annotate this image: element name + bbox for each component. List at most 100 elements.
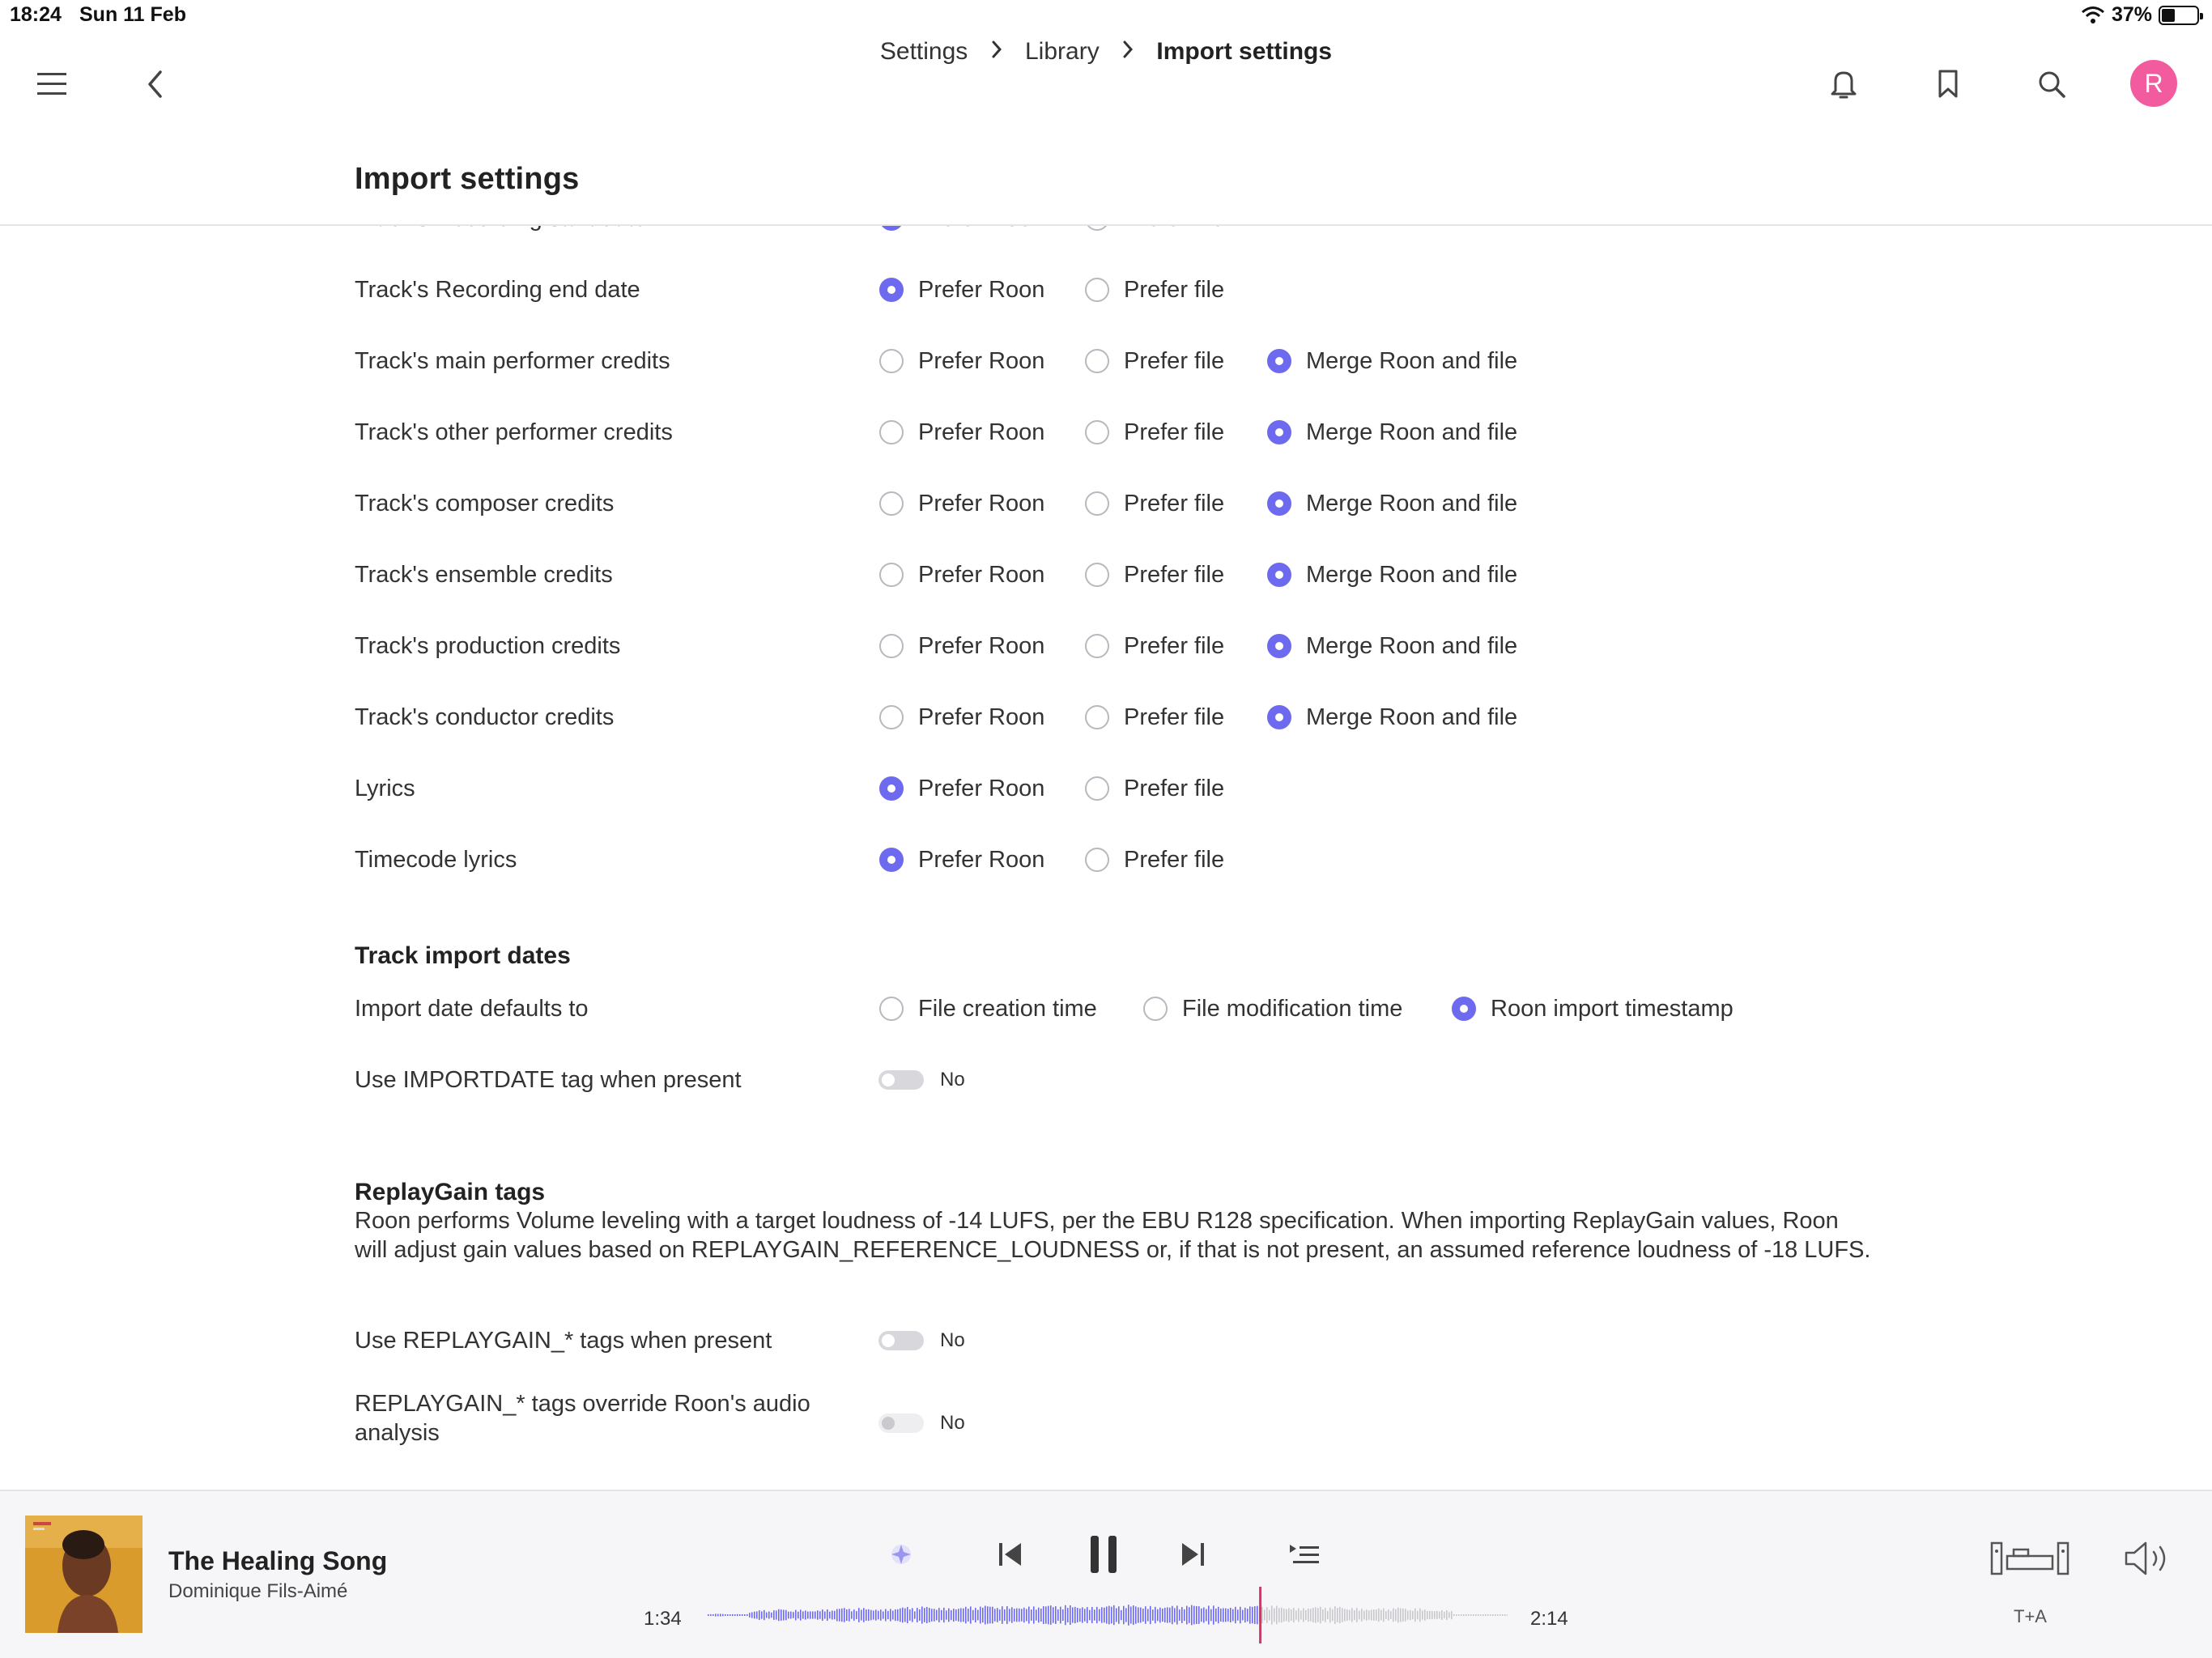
radio-button[interactable] bbox=[1267, 705, 1291, 729]
option-prefer-file[interactable]: Prefer file bbox=[1085, 835, 1224, 884]
bell-icon[interactable] bbox=[1818, 58, 1870, 110]
track-artist[interactable]: Dominique Fils-Aimé bbox=[168, 1580, 347, 1603]
album-cover[interactable] bbox=[25, 1516, 143, 1633]
option-merge[interactable]: Merge Roon and file bbox=[1267, 622, 1517, 670]
radio-button[interactable] bbox=[1267, 634, 1291, 658]
radio-button[interactable] bbox=[1143, 997, 1168, 1021]
radio-button[interactable] bbox=[879, 349, 904, 373]
waveform-bar bbox=[708, 1614, 709, 1616]
option-import-date[interactable]: Roon import timestamp bbox=[1452, 984, 1733, 1033]
waveform-bar bbox=[1159, 1607, 1161, 1623]
pause-icon[interactable] bbox=[1081, 1532, 1126, 1577]
waveform-bar bbox=[1497, 1614, 1499, 1616]
radio-button[interactable] bbox=[1085, 848, 1109, 872]
option-prefer-file[interactable]: Prefer file bbox=[1085, 551, 1224, 599]
option-prefer-file[interactable]: Prefer file bbox=[1085, 408, 1224, 457]
playhead[interactable] bbox=[1259, 1587, 1262, 1643]
radio-button[interactable] bbox=[879, 420, 904, 444]
waveform-bar bbox=[1329, 1607, 1331, 1623]
next-icon[interactable] bbox=[1174, 1536, 1211, 1573]
waveform-bar bbox=[853, 1609, 855, 1621]
breadcrumb-settings[interactable]: Settings bbox=[880, 38, 968, 66]
toggle-control[interactable]: No bbox=[878, 1399, 965, 1448]
radio-button[interactable] bbox=[1267, 563, 1291, 587]
radio-button[interactable] bbox=[1085, 226, 1109, 231]
radio-button[interactable] bbox=[1085, 776, 1109, 801]
radio-button[interactable] bbox=[879, 997, 904, 1021]
option-prefer-roon[interactable]: Prefer Roon bbox=[879, 226, 1044, 243]
zone-device-icon[interactable] bbox=[1988, 1538, 2072, 1579]
option-merge[interactable]: Merge Roon and file bbox=[1267, 337, 1517, 385]
bookmark-icon[interactable] bbox=[1922, 58, 1974, 110]
waveform-bar bbox=[1427, 1610, 1428, 1620]
option-prefer-file[interactable]: Prefer file bbox=[1085, 622, 1224, 670]
radio-button[interactable] bbox=[879, 226, 904, 231]
option-prefer-roon[interactable]: Prefer Roon bbox=[879, 622, 1044, 670]
option-merge[interactable]: Merge Roon and file bbox=[1267, 693, 1517, 742]
radio-button[interactable] bbox=[1085, 634, 1109, 658]
radio-button[interactable] bbox=[1085, 491, 1109, 516]
volume-icon[interactable] bbox=[2121, 1538, 2175, 1579]
radio-button[interactable] bbox=[1085, 420, 1109, 444]
toggle-control[interactable]: No bbox=[878, 1316, 965, 1365]
menu-icon[interactable] bbox=[26, 58, 78, 110]
settings-content[interactable]: Track's Recording start date Prefer Roon P… bbox=[0, 226, 2212, 1490]
radio-button[interactable] bbox=[879, 278, 904, 302]
radio-button[interactable] bbox=[879, 634, 904, 658]
radio-button[interactable] bbox=[1267, 491, 1291, 516]
option-prefer-roon[interactable]: Prefer Roon bbox=[879, 551, 1044, 599]
option-import-date[interactable]: File modification time bbox=[1143, 984, 1402, 1033]
waveform-seekbar[interactable] bbox=[706, 1587, 1508, 1643]
radio-button[interactable] bbox=[1085, 705, 1109, 729]
option-prefer-roon[interactable]: Prefer Roon bbox=[879, 835, 1044, 884]
track-title[interactable]: The Healing Song bbox=[168, 1546, 387, 1576]
zone-name[interactable]: T+A bbox=[2014, 1606, 2047, 1627]
toggle-switch[interactable] bbox=[878, 1070, 924, 1090]
waveform-bar bbox=[1121, 1609, 1122, 1621]
radio-button[interactable] bbox=[1267, 349, 1291, 373]
option-prefer-roon[interactable]: Prefer Roon bbox=[879, 479, 1044, 528]
option-prefer-file[interactable]: Prefer file bbox=[1085, 764, 1224, 813]
radio-button[interactable] bbox=[1085, 349, 1109, 373]
avatar[interactable]: R bbox=[2130, 60, 2177, 107]
option-prefer-roon[interactable]: Prefer Roon bbox=[879, 337, 1044, 385]
radio-button[interactable] bbox=[879, 491, 904, 516]
previous-icon[interactable] bbox=[992, 1536, 1029, 1573]
radio-button[interactable] bbox=[879, 705, 904, 729]
option-import-date[interactable]: File creation time bbox=[879, 984, 1097, 1033]
breadcrumb-library[interactable]: Library bbox=[1025, 38, 1100, 66]
option-prefer-roon[interactable]: Prefer Roon bbox=[879, 764, 1044, 813]
option-merge[interactable]: Merge Roon and file bbox=[1267, 551, 1517, 599]
waveform-bar bbox=[849, 1609, 850, 1622]
option-prefer-roon[interactable]: Prefer Roon bbox=[879, 693, 1044, 742]
radio-button[interactable] bbox=[879, 563, 904, 587]
radio-button[interactable] bbox=[1085, 563, 1109, 587]
radio-button[interactable] bbox=[1085, 278, 1109, 302]
option-prefer-file[interactable]: Prefer file bbox=[1085, 266, 1224, 314]
option-prefer-roon[interactable]: Prefer Roon bbox=[879, 266, 1044, 314]
waveform-bar bbox=[1257, 1605, 1258, 1625]
toggle-control[interactable]: No bbox=[878, 1056, 965, 1104]
setting-row: Track's Recording start date Prefer Roon P… bbox=[0, 226, 2212, 243]
radio-button[interactable] bbox=[1452, 997, 1476, 1021]
option-prefer-roon[interactable]: Prefer Roon bbox=[879, 408, 1044, 457]
radio-button[interactable] bbox=[1267, 420, 1291, 444]
radio-button[interactable] bbox=[879, 776, 904, 801]
radio-button[interactable] bbox=[879, 848, 904, 872]
option-prefer-file[interactable]: Prefer file bbox=[1085, 693, 1224, 742]
waveform-bar bbox=[1308, 1608, 1309, 1622]
queue-icon[interactable] bbox=[1286, 1536, 1323, 1573]
option-merge[interactable]: Merge Roon and file bbox=[1267, 408, 1517, 457]
back-icon[interactable] bbox=[130, 58, 181, 110]
waveform-bar bbox=[1373, 1609, 1375, 1621]
option-prefer-file[interactable]: Prefer file bbox=[1085, 226, 1224, 243]
option-prefer-file[interactable]: Prefer file bbox=[1085, 479, 1224, 528]
radio-icon[interactable] bbox=[883, 1536, 920, 1573]
toggle-switch[interactable] bbox=[878, 1414, 924, 1433]
option-prefer-file[interactable]: Prefer file bbox=[1085, 337, 1224, 385]
waveform-bar bbox=[722, 1613, 724, 1617]
option-merge[interactable]: Merge Roon and file bbox=[1267, 479, 1517, 528]
toggle-switch[interactable] bbox=[878, 1331, 924, 1350]
waveform-bar bbox=[1388, 1609, 1389, 1621]
search-icon[interactable] bbox=[2026, 58, 2078, 110]
